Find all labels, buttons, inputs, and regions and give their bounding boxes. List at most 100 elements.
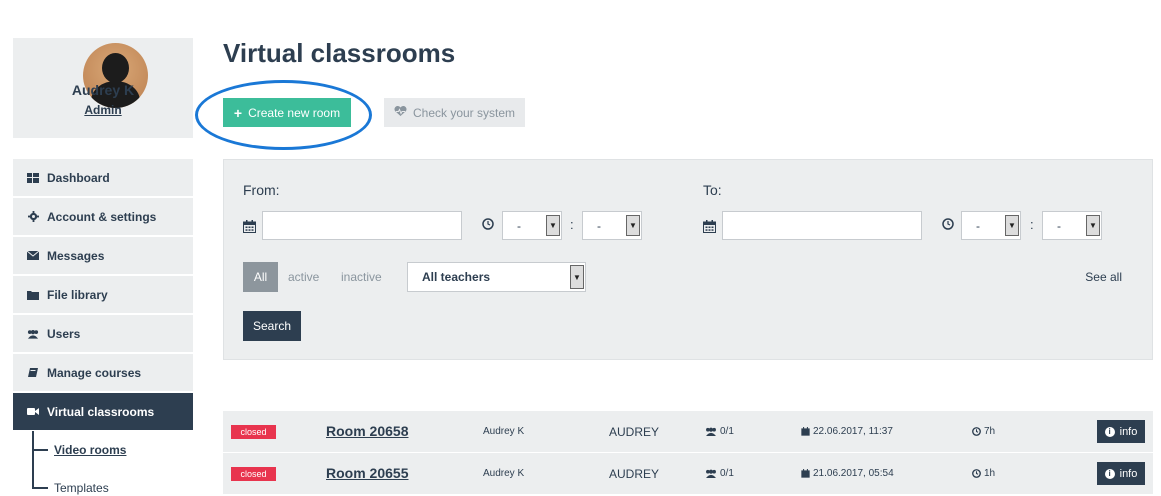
- dashboard-icon: [27, 172, 39, 184]
- rooms-list: closed Room 20658 Audrey K AUDREY 0/1 22…: [223, 411, 1153, 495]
- room-row: closed Room 20655 Audrey K AUDREY 0/1 21…: [223, 453, 1153, 494]
- to-minute-select[interactable]: - ▼: [1042, 211, 1102, 240]
- profile-card: Audrey K Admin: [13, 38, 193, 138]
- info-icon: i: [1104, 468, 1115, 479]
- from-hour-select[interactable]: - ▼: [502, 211, 562, 240]
- clock-icon: [942, 218, 954, 233]
- participants-count: 0/1: [705, 468, 734, 479]
- calendar-icon: [801, 427, 810, 436]
- filter-inactive-button[interactable]: inactive: [341, 262, 382, 292]
- info-icon: i: [1104, 426, 1115, 437]
- subnav-item-video-rooms[interactable]: Video rooms: [32, 440, 126, 460]
- sidebar-item-label: Dashboard: [47, 170, 110, 185]
- from-minute-value: -: [597, 218, 601, 233]
- users-icon: [27, 328, 39, 340]
- from-minute-select[interactable]: - ▼: [582, 211, 642, 240]
- calendar-icon: [801, 469, 810, 478]
- sidebar-item-label: Users: [47, 326, 81, 341]
- clock-icon: [482, 218, 494, 233]
- subnav-item-templates[interactable]: Templates: [32, 478, 109, 496]
- room-datetime: 21.06.2017, 05:54: [801, 468, 894, 479]
- info-button[interactable]: i info: [1097, 420, 1145, 443]
- room-duration: 7h: [972, 426, 995, 437]
- room-row: closed Room 20658 Audrey K AUDREY 0/1 22…: [223, 411, 1153, 452]
- participants-value: 0/1: [720, 468, 734, 479]
- check-system-label: Check your system: [412, 105, 516, 120]
- clock-icon: [972, 469, 981, 478]
- to-hour-select[interactable]: - ▼: [961, 211, 1021, 240]
- subnav-item-label: Templates: [54, 481, 109, 495]
- teacher-select-value: All teachers: [422, 270, 491, 284]
- sidebar-item-virtual-classrooms[interactable]: Virtual classrooms: [13, 393, 193, 430]
- to-date-input[interactable]: [722, 211, 922, 240]
- gear-icon: [27, 211, 39, 223]
- room-owner: Audrey K: [483, 426, 525, 437]
- teacher-select[interactable]: All teachers ▼: [407, 262, 586, 292]
- sidebar-item-manage-courses[interactable]: Manage courses: [13, 354, 193, 391]
- room-owner-upper: AUDREY: [609, 425, 660, 439]
- sidebar-item-label: Account & settings: [47, 209, 157, 224]
- subnav-item-label: Video rooms: [54, 443, 127, 457]
- filter-panel: From: To: - ▼ : - ▼ - ▼ : - ▼ All active…: [223, 159, 1153, 360]
- book-icon: [27, 367, 39, 379]
- users-icon: [705, 427, 717, 436]
- chevron-down-icon: ▼: [1005, 215, 1019, 236]
- chevron-down-icon: ▼: [626, 215, 640, 236]
- to-minute-value: -: [1057, 218, 1061, 233]
- highlight-ellipse: [195, 80, 372, 150]
- from-date-input[interactable]: [262, 211, 462, 240]
- room-name-link[interactable]: Room 20658: [326, 423, 408, 439]
- time-separator: :: [570, 217, 574, 232]
- room-owner-upper: AUDREY: [609, 467, 660, 481]
- sidebar-item-dashboard[interactable]: Dashboard: [13, 159, 193, 196]
- check-system-button[interactable]: Check your system: [384, 98, 525, 127]
- sidebar-item-label: File library: [47, 287, 108, 302]
- participants-value: 0/1: [720, 426, 734, 437]
- sidebar-item-account-settings[interactable]: Account & settings: [13, 198, 193, 235]
- sidebar-item-file-library[interactable]: File library: [13, 276, 193, 313]
- envelope-icon: [27, 250, 39, 262]
- folder-icon: [27, 289, 39, 301]
- see-all-link[interactable]: See all: [1085, 262, 1122, 292]
- to-label: To:: [703, 182, 722, 198]
- sidebar-item-label: Virtual classrooms: [47, 404, 155, 419]
- sidebar-item-messages[interactable]: Messages: [13, 237, 193, 274]
- chevron-down-icon: ▼: [570, 265, 584, 289]
- participants-count: 0/1: [705, 426, 734, 437]
- sidebar-subnav: Video rooms Templates: [32, 431, 192, 496]
- profile-role-link[interactable]: Admin: [13, 103, 193, 117]
- filter-active-button[interactable]: active: [288, 262, 319, 292]
- room-duration: 1h: [972, 468, 995, 479]
- clock-icon: [972, 427, 981, 436]
- from-hour-value: -: [517, 218, 521, 233]
- datetime-value: 22.06.2017, 11:37: [813, 426, 893, 437]
- info-label: info: [1119, 425, 1138, 438]
- to-hour-value: -: [976, 218, 980, 233]
- info-label: info: [1119, 467, 1138, 480]
- datetime-value: 21.06.2017, 05:54: [813, 468, 894, 479]
- video-camera-icon: [27, 406, 39, 418]
- search-button[interactable]: Search: [243, 311, 301, 341]
- info-button[interactable]: i info: [1097, 462, 1145, 485]
- from-label: From:: [243, 182, 280, 198]
- heartbeat-icon: [394, 105, 407, 120]
- users-icon: [705, 469, 717, 478]
- status-badge: closed: [231, 467, 276, 481]
- room-owner: Audrey K: [483, 468, 525, 479]
- chevron-down-icon: ▼: [1086, 215, 1100, 236]
- filter-all-button[interactable]: All: [243, 262, 278, 292]
- avatar[interactable]: [83, 43, 148, 108]
- calendar-icon: [243, 220, 256, 233]
- sidebar-item-label: Manage courses: [47, 365, 142, 380]
- sidebar-item-label: Messages: [47, 248, 105, 263]
- chevron-down-icon: ▼: [546, 215, 560, 236]
- time-separator: :: [1030, 217, 1034, 232]
- page-title: Virtual classrooms: [223, 38, 456, 68]
- status-badge: closed: [231, 425, 276, 439]
- duration-value: 7h: [984, 426, 996, 437]
- profile-name: Audrey K: [71, 82, 135, 98]
- calendar-icon: [703, 220, 716, 233]
- room-name-link[interactable]: Room 20655: [326, 465, 408, 481]
- room-datetime: 22.06.2017, 11:37: [801, 426, 893, 437]
- sidebar-item-users[interactable]: Users: [13, 315, 193, 352]
